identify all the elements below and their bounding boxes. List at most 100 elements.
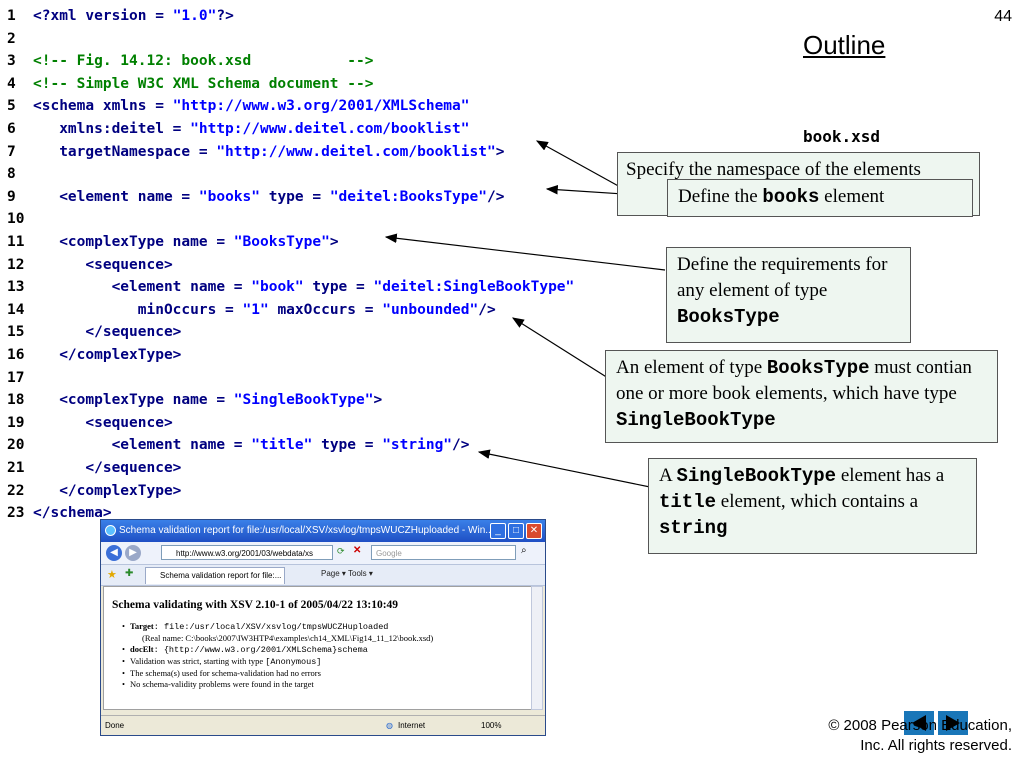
callout-code: string — [659, 517, 728, 539]
line-number: 6 — [7, 121, 16, 137]
line-number: 17 — [7, 369, 25, 386]
code-text: targetNamespace = "http://www.deitel.com… — [33, 143, 505, 160]
line-number: 5 — [7, 98, 16, 115]
code-text: </sequence> — [33, 324, 182, 341]
globe-icon: ◍ — [386, 721, 393, 730]
minimize-button[interactable]: _ — [490, 523, 506, 539]
line-number: 3 — [7, 53, 16, 70]
callout-code: SingleBookType — [676, 465, 837, 487]
item-label: docElt — [130, 644, 154, 654]
line-number: 21 — [7, 460, 25, 476]
callout-code: title — [659, 491, 717, 513]
page-number: 44 — [994, 8, 1012, 25]
address-input[interactable]: http://www.w3.org/2001/03/webdata/xs — [161, 545, 333, 560]
list-item: • Validation was strict, starting with ty… — [122, 656, 322, 667]
line-number: 23 — [7, 505, 25, 522]
copyright-line: © 2008 Pearson Education, — [828, 717, 1012, 734]
back-arrow-icon[interactable]: ◀ — [106, 545, 122, 561]
item-text: The schema(s) used for schema-validation… — [130, 668, 321, 678]
line-number: 11 — [7, 234, 25, 250]
code-text: <sequence> — [33, 414, 173, 431]
callout-text: element — [819, 186, 885, 207]
stop-icon[interactable]: ✕ — [353, 545, 361, 556]
vertical-scrollbar[interactable] — [531, 586, 543, 710]
line-number: 22 — [7, 482, 25, 499]
callout-text: Define the requirements for any element … — [677, 254, 888, 301]
browser-title-bar: Schema validation report for file:/usr/l… — [101, 520, 545, 542]
code-text: <schema xmlns = "http://www.w3.org/2001/… — [33, 98, 470, 115]
code-text: </complexType> — [33, 347, 182, 363]
line-number: 1 — [7, 8, 16, 24]
refresh-icon[interactable]: ⟳ — [337, 546, 345, 557]
maximize-button[interactable]: □ — [508, 523, 524, 539]
close-button[interactable]: ✕ — [526, 523, 542, 539]
status-text: Done — [105, 721, 125, 730]
code-text: </sequence> — [33, 460, 182, 476]
item-value: : file:/usr/local/XSV/xsvlog/tmpsWUCZHup… — [153, 622, 389, 632]
list-item: • The schema(s) used for schema-validatio… — [122, 668, 321, 678]
callout-text: A — [659, 465, 677, 486]
status-zone: Internet — [398, 721, 426, 730]
line-number: 2 — [7, 30, 16, 47]
item-label: Target — [130, 621, 154, 631]
code-text: minOccurs = "1" maxOccurs = "unbounded"/… — [33, 301, 496, 318]
arrow-bookstype — [384, 233, 666, 271]
code-text: <element name = "book" type = "deitel:Si… — [33, 279, 575, 296]
zoom-level[interactable]: 100% — [481, 716, 501, 735]
item-text: Validation was strict, starting with typ… — [130, 656, 266, 666]
callout-code: SingleBookType — [616, 409, 776, 431]
list-item: • docElt: {http://www.w3.org/2001/XMLSche… — [122, 644, 368, 655]
add-favorites-icon[interactable]: ✚ — [125, 568, 133, 579]
code-text: <sequence> — [33, 256, 173, 273]
callout-contain: An element of type BooksType must contia… — [605, 350, 998, 443]
line-number: 7 — [7, 143, 16, 160]
address-bar: ◀ ▶ http://www.w3.org/2001/03/webdata/xs… — [101, 542, 545, 565]
callout-code: books — [762, 186, 820, 208]
callout-code: BooksType — [766, 357, 870, 379]
command-bar[interactable]: Page ▾ Tools ▾ — [321, 569, 373, 578]
callout-bookstype: Define the requirements for any element … — [666, 247, 911, 343]
line-number: 4 — [7, 75, 16, 92]
callout-text: Define the — [678, 186, 763, 207]
line-number: 18 — [7, 392, 25, 409]
code-text: <element name = "books" type = "deitel:B… — [33, 188, 505, 205]
internet-explorer-icon — [105, 525, 116, 536]
browser-window: Schema validation report for file:/usr/l… — [100, 519, 546, 736]
callout-text: element, which contains a — [716, 491, 919, 512]
callout-text: An element of type — [616, 357, 767, 378]
arrow-namespace — [535, 140, 623, 189]
list-item: (Real name: C:\books\2007\IW3HTP4\exampl… — [112, 633, 532, 644]
item-value: : {http://www.w3.org/2001/XMLSchema}sche… — [153, 645, 368, 655]
code-text: <?xml version = "1.0"?> — [33, 8, 234, 24]
search-icon[interactable]: ⌕ — [521, 545, 527, 556]
line-number: 16 — [7, 347, 25, 363]
forward-arrow-icon[interactable]: ▶ — [125, 545, 141, 561]
line-number: 8 — [7, 166, 16, 183]
callout-books-element: Define the books element — [667, 179, 973, 217]
tab-validation-report[interactable]: Schema validation report for file:... — [145, 567, 285, 584]
callout-singlebook: A SingleBookType element has a title ele… — [648, 458, 977, 554]
copyright-line: Inc. All rights reserved. — [860, 737, 1012, 754]
browser-title: Schema validation report for file:/usr/l… — [119, 525, 494, 536]
line-number: 13 — [7, 279, 25, 296]
report-heading: Schema validating with XSV 2.10-1 of 200… — [112, 599, 399, 611]
line-number: 12 — [7, 256, 25, 273]
line-number: 14 — [7, 301, 25, 318]
outline-link[interactable]: Outline — [803, 30, 885, 61]
search-input[interactable]: Google — [371, 545, 516, 560]
code-text: <complexType name = "BooksType"> — [33, 234, 339, 250]
list-item: • No schema-validity problems were found … — [122, 679, 314, 689]
line-number: 15 — [7, 324, 25, 341]
list-item: • Target: file:/usr/local/XSV/xsvlog/tmps… — [122, 621, 389, 632]
code-text: xmlns:deitel = "http://www.deitel.com/bo… — [33, 121, 470, 137]
code-text: <element name = "title" type = "string"/… — [33, 437, 470, 454]
item-text: No schema-validity problems were found i… — [130, 679, 314, 689]
callout-code: BooksType — [677, 306, 780, 328]
page-content: Schema validating with XSV 2.10-1 of 200… — [103, 586, 533, 710]
code-text: <!-- Fig. 14.12: book.xsd --> — [33, 53, 374, 70]
tab-bar: ★ ✚ Schema validation report for file:..… — [101, 565, 545, 586]
item-value: [Anonymous] — [265, 657, 322, 667]
code-text: <!-- Simple W3C XML Schema document --> — [33, 75, 374, 92]
code-text: </complexType> — [33, 482, 182, 499]
favorites-star-icon[interactable]: ★ — [107, 568, 117, 581]
